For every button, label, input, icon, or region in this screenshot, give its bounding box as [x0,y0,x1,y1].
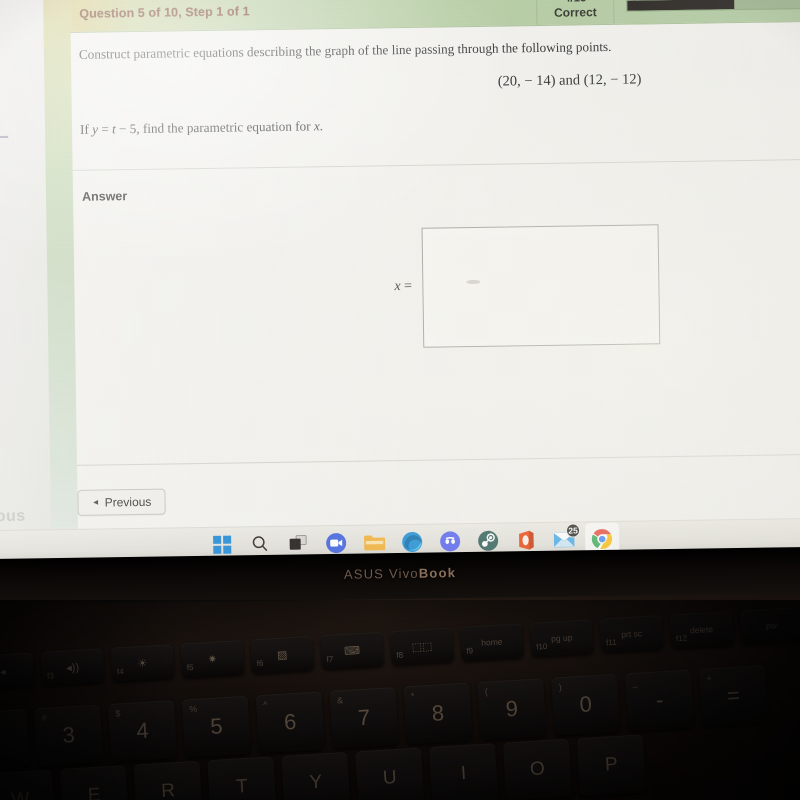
key-f8[interactable]: f8 ⬚⬚ [390,627,454,666]
progress-container [614,0,800,24]
screen-content: ous Question 5 of 10, Step 1 of 1 4/15 C… [0,0,800,577]
brand-prefix: ASUS Vivo [343,565,419,582]
instruction-prefix: If [79,121,93,137]
key-t[interactable]: T [207,756,277,800]
key-i[interactable]: I [428,743,499,800]
key-f3[interactable]: f3 ◂)) [40,648,105,686]
key-f9[interactable]: f9 home [459,623,524,661]
key-f4[interactable]: f4 ☀ [110,644,175,682]
office-icon[interactable] [515,529,537,551]
key-minus[interactable]: _ - [624,669,695,732]
answer-input[interactable] [421,224,660,348]
answer-input-row: x = [394,224,660,348]
question-prompt: Construct parametric equations describin… [78,38,612,62]
key-f2[interactable]: f2◂ [0,652,35,691]
key-3[interactable]: #3 [33,704,104,767]
key-7[interactable]: & 7 [329,686,399,749]
instruction-rest: − 5, find the parametric equation for [115,118,314,137]
edge-icon[interactable] [401,530,423,552]
laptop-screen: ous Question 5 of 10, Step 1 of 1 4/15 C… [0,0,800,577]
key-f10[interactable]: f10 pg up [529,619,594,657]
key-8[interactable]: * 8 [403,682,473,745]
key-f11[interactable]: f11 prt sc [599,615,664,653]
instruction-period: . [319,118,324,134]
answer-equals-sign: = [400,278,413,295]
key-4[interactable]: $4 [107,700,178,762]
key-5[interactable]: % 5 [181,695,252,758]
key-0[interactable]: ) 0 [551,673,621,736]
offscreen-previous-ghost-label: ous [0,507,26,526]
file-explorer-icon[interactable] [363,531,386,553]
question-points: (20, − 14) and (12, − 12) [497,71,642,90]
task-view-icon[interactable] [287,532,309,554]
key-f5[interactable]: f5 ✷ [180,639,245,678]
key-w[interactable]: W [0,769,56,800]
mail-icon[interactable]: 25 [553,522,581,550]
key-power[interactable]: pw [739,606,800,645]
discord-icon[interactable] [439,530,461,556]
progress-bar-fill [627,0,735,11]
answer-variable-label: x = [394,279,412,297]
key-r[interactable]: R [133,760,203,800]
question-card: Question 5 of 10, Step 1 of 1 4/15 Corre… [70,0,800,529]
search-icon[interactable] [249,533,271,555]
key-e[interactable]: E [59,765,129,800]
key-9[interactable]: (9 [477,678,547,741]
key-f7[interactable]: f7 ⌨ [320,631,385,670]
steam-icon[interactable] [477,529,499,551]
start-icon[interactable] [211,533,233,555]
laptop-photo: ous Question 5 of 10, Step 1 of 1 4/15 C… [0,0,800,800]
previous-button-label: Previous [104,494,152,510]
key-equals[interactable]: + = [698,665,769,727]
score-badge: 4/15 Correct [535,0,615,26]
previous-button[interactable]: ◄ Previous [77,488,166,516]
key-f12[interactable]: f12 delete [669,610,734,649]
instruction-equals: = [97,121,113,137]
key-o[interactable]: O [502,738,573,800]
key-p[interactable]: P [576,734,647,797]
key-2[interactable]: @2 [0,708,30,771]
score-label: Correct [553,5,597,20]
key-u[interactable]: U [355,747,425,800]
mail-unread-badge: 25 [565,522,581,538]
chrome-icon[interactable] [584,522,620,555]
key-6[interactable]: ^ 6 [255,691,325,754]
question-instruction: If y = t − 5, find the parametric equati… [80,118,323,138]
background-window-mark [0,135,9,139]
brand-suffix: Book [418,565,457,581]
key-y[interactable]: Y [281,751,351,800]
answer-section-label: Answer [81,189,128,204]
progress-bar-track [626,0,800,12]
key-f6[interactable]: f6 ▨ [250,635,315,674]
zoom-icon[interactable] [325,531,347,558]
divider-top [72,158,800,171]
divider-bottom [77,453,800,466]
question-body: Construct parametric equations describin… [71,22,800,529]
left-arrow-icon: ◄ [91,497,100,507]
